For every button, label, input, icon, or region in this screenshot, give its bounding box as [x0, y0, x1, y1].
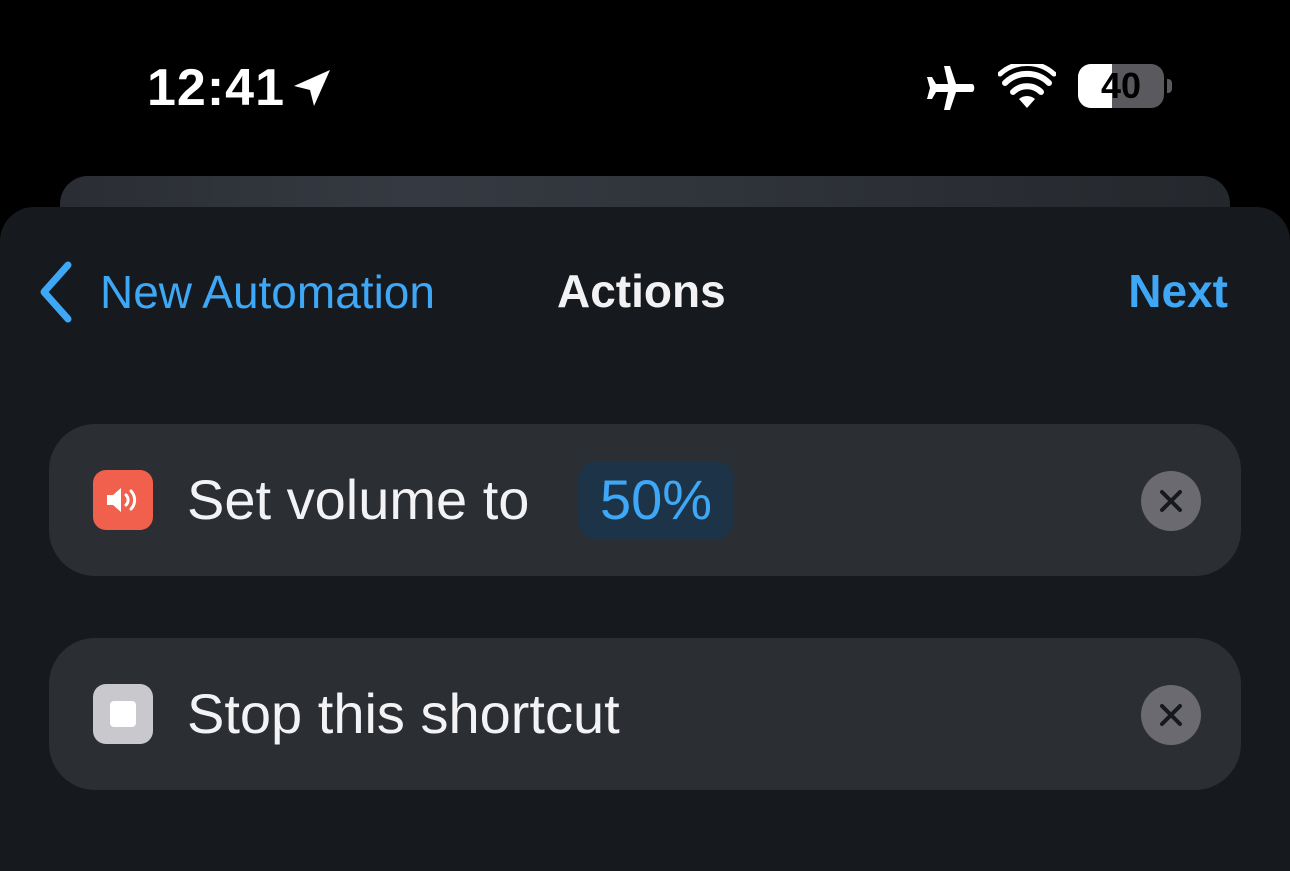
- wifi-icon: [998, 64, 1056, 108]
- back-button-label: New Automation: [100, 266, 435, 318]
- action-card-set-volume[interactable]: Set volume to 50%: [49, 424, 1241, 576]
- page-title: Actions: [557, 265, 726, 317]
- action-card-stop-shortcut[interactable]: Stop this shortcut: [49, 638, 1241, 790]
- close-icon: [1160, 704, 1182, 726]
- location-arrow-icon: [294, 70, 330, 106]
- battery-level: 40: [1100, 65, 1142, 106]
- remove-action-button[interactable]: [1141, 685, 1201, 745]
- action-label: Stop this shortcut: [187, 682, 620, 745]
- action-label: Set volume to: [187, 468, 530, 531]
- close-icon: [1160, 490, 1182, 512]
- screen: 12:41 40 New Automation Actions Next Set…: [0, 0, 1290, 871]
- battery-indicator: 40: [1078, 64, 1164, 108]
- remove-action-button[interactable]: [1141, 471, 1201, 531]
- speaker-volume-icon: [93, 470, 153, 530]
- stop-square-icon: [93, 684, 153, 744]
- battery-cap: [1167, 79, 1172, 93]
- next-button[interactable]: Next: [1128, 264, 1228, 318]
- status-time: 12:41: [147, 59, 285, 117]
- chevron-left-icon: [40, 261, 72, 323]
- airplane-icon: [927, 66, 975, 110]
- back-button[interactable]: New Automation: [36, 260, 435, 324]
- volume-parameter[interactable]: 50%: [578, 461, 735, 539]
- status-bar: 12:41 40: [0, 0, 1290, 170]
